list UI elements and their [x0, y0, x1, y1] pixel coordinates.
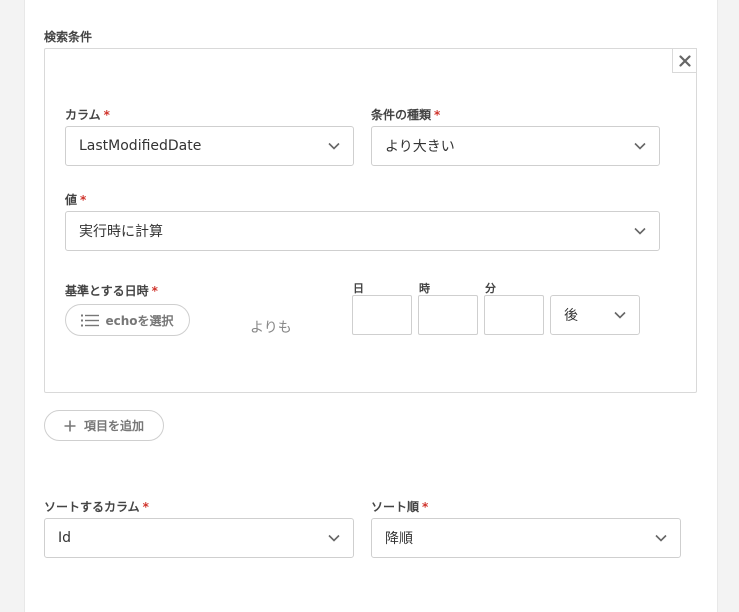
- chevron-down-icon: [328, 534, 340, 542]
- required-mark: *: [422, 500, 429, 514]
- sort-order-label-text: ソート順: [371, 500, 420, 514]
- column-select[interactable]: LastModifiedDate: [65, 126, 354, 166]
- list-icon: [81, 314, 100, 326]
- sort-order-select[interactable]: 降順: [371, 518, 681, 558]
- value-select-value: 実行時に計算: [79, 224, 163, 240]
- column-select-value: LastModifiedDate: [79, 138, 202, 154]
- remove-condition-button[interactable]: [672, 48, 697, 73]
- sort-order-select-value: 降順: [385, 531, 413, 547]
- sort-column-label-text: ソートするカラム: [44, 500, 140, 514]
- close-icon: [678, 54, 691, 67]
- chevron-down-icon: [655, 534, 667, 542]
- sort-column-select-value: Id: [58, 530, 72, 546]
- required-mark: *: [142, 500, 149, 514]
- echo-select-button[interactable]: echoを選択: [65, 304, 190, 336]
- required-mark: *: [434, 108, 441, 122]
- chevron-down-icon: [614, 311, 626, 319]
- chevron-down-icon: [634, 142, 646, 150]
- sort-column-label: ソートするカラム *: [44, 498, 149, 515]
- sort-column-select[interactable]: Id: [44, 518, 354, 558]
- hour-label: 時: [419, 282, 430, 295]
- condition-type-label: 条件の種類 *: [371, 106, 440, 123]
- chevron-down-icon: [634, 227, 646, 235]
- condition-type-select-value: より大きい: [385, 139, 455, 155]
- value-label: 値 *: [65, 191, 86, 208]
- add-item-label: 項目を追加: [83, 419, 144, 433]
- condition-type-select[interactable]: より大きい: [371, 126, 660, 166]
- base-date-label: 基準とする日時 *: [65, 282, 158, 299]
- sort-order-label: ソート順 *: [371, 498, 428, 515]
- value-select[interactable]: 実行時に計算: [65, 211, 660, 251]
- direction-select[interactable]: 後: [550, 295, 640, 335]
- chevron-down-icon: [328, 142, 340, 150]
- value-label-text: 値: [65, 193, 78, 207]
- column-label: カラム *: [65, 106, 110, 123]
- column-label-text: カラム: [65, 108, 101, 122]
- add-item-button[interactable]: 項目を追加: [44, 410, 164, 441]
- required-mark: *: [80, 193, 87, 207]
- plus-icon: [64, 420, 76, 431]
- minute-input[interactable]: [484, 295, 544, 335]
- minute-label: 分: [485, 282, 496, 295]
- direction-select-value: 後: [564, 308, 578, 324]
- day-label: 日: [353, 282, 364, 295]
- condition-type-label-text: 条件の種類: [371, 108, 432, 122]
- search-conditions-title: 検索条件: [44, 30, 93, 44]
- relative-text: よりも: [250, 320, 292, 336]
- day-input[interactable]: [352, 295, 412, 335]
- echo-select-label: echoを選択: [105, 313, 174, 328]
- hour-input[interactable]: [418, 295, 478, 335]
- base-date-label-text: 基準とする日時: [65, 284, 149, 298]
- required-mark: *: [103, 108, 110, 122]
- required-mark: *: [151, 284, 158, 298]
